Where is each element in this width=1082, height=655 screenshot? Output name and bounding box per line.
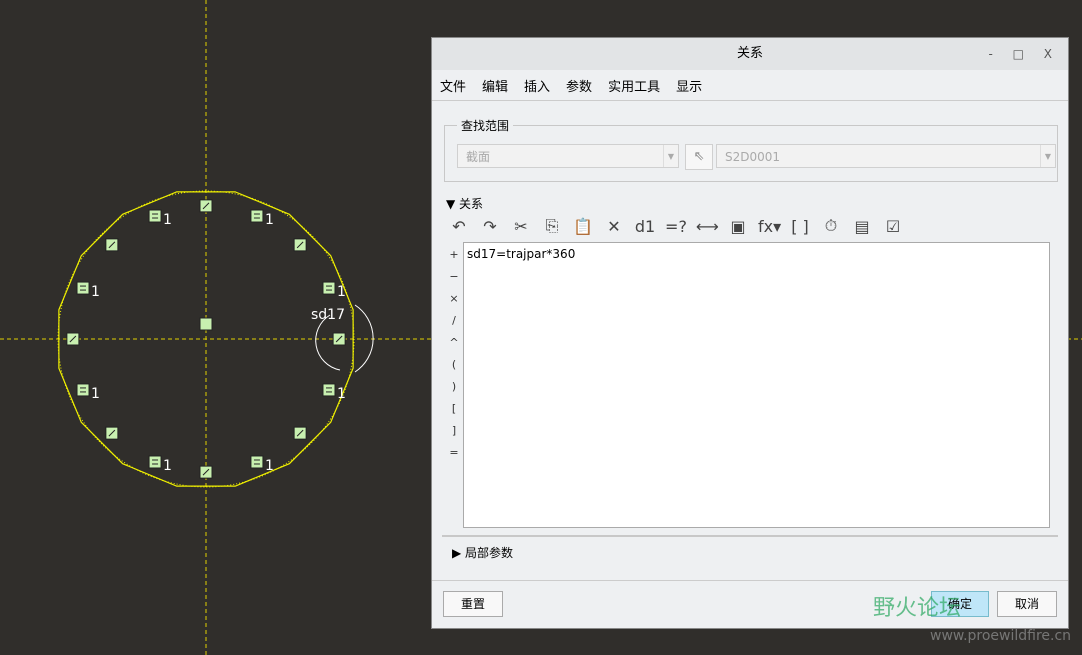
cursor-icon: ⇖ bbox=[693, 149, 705, 164]
operator-button[interactable]: ( ) bbox=[448, 354, 460, 398]
sort-icon[interactable]: ▤ bbox=[851, 217, 873, 236]
relations-section-label: 关系 bbox=[459, 197, 484, 211]
menu-utilities[interactable]: 实用工具 bbox=[608, 76, 660, 95]
function-icon[interactable]: fx▾ bbox=[758, 217, 781, 236]
reset-button[interactable]: 重置 bbox=[443, 591, 503, 617]
equal-label: 1 bbox=[91, 284, 100, 300]
brackets-icon[interactable]: [ ] bbox=[789, 217, 811, 236]
footer-divider bbox=[432, 580, 1068, 581]
toolbar: ↶ ↷ ✂ ⎘ 📋 ✕ d1 =? ⟷ ▣ fx▾ [ ] ⏱ ▤ ☑ bbox=[448, 216, 904, 236]
cancel-button[interactable]: 取消 bbox=[997, 591, 1057, 617]
relations-editor[interactable]: sd17=trajpar*360 bbox=[463, 242, 1050, 528]
triangle-right-icon: ▶ bbox=[452, 546, 466, 560]
paste-icon[interactable]: 📋 bbox=[572, 217, 594, 236]
equal-label: 1 bbox=[91, 386, 100, 402]
equal-label: 1 bbox=[265, 212, 274, 228]
operator-button[interactable]: × bbox=[448, 288, 460, 310]
equal-constraint-marker bbox=[76, 383, 90, 397]
insert-dimension-icon[interactable]: ⟷ bbox=[696, 217, 719, 236]
window-buttons[interactable]: - □ X bbox=[988, 38, 1060, 70]
menu-show[interactable]: 显示 bbox=[676, 76, 702, 95]
search-scope-legend: 查找范围 bbox=[457, 117, 514, 134]
dialog-title: 关系 bbox=[736, 46, 763, 61]
redo-icon[interactable]: ↷ bbox=[479, 217, 501, 236]
menu-file[interactable]: 文件 bbox=[440, 76, 466, 95]
relation-text: sd17=trajpar*360 bbox=[467, 247, 576, 261]
object-value: S2D0001 bbox=[725, 150, 781, 164]
watermark-url: www.proewildfire.cn bbox=[930, 628, 1072, 644]
verify-icon[interactable]: ☑ bbox=[882, 217, 904, 236]
relations-section-toggle[interactable]: ▼ 关系 bbox=[446, 195, 483, 212]
undo-icon[interactable]: ↶ bbox=[448, 217, 470, 236]
operator-button[interactable]: − bbox=[448, 266, 460, 288]
menu-edit[interactable]: 编辑 bbox=[482, 76, 508, 95]
menu-bar: 文件 编辑 插入 参数 实用工具 显示 bbox=[432, 70, 1068, 101]
type-select[interactable]: 截面 ▼ bbox=[457, 144, 679, 168]
cut-icon[interactable]: ✂ bbox=[510, 217, 532, 236]
watermark-title: 野火论坛 bbox=[873, 596, 962, 621]
relations-dialog: 关系 - □ X 文件 编辑 插入 参数 实用工具 显示 查找范围 截面 ▼ ⇖ S… bbox=[431, 37, 1069, 629]
equal-label: 1 bbox=[163, 458, 172, 474]
menu-insert[interactable]: 插入 bbox=[524, 76, 550, 95]
insert-param-icon[interactable]: ▣ bbox=[727, 217, 749, 236]
local-params-toggle[interactable]: ▶ 局部参数 bbox=[452, 544, 513, 561]
delete-icon[interactable]: ✕ bbox=[603, 217, 625, 236]
equal-label: 1 bbox=[337, 386, 346, 402]
equal-constraint-marker bbox=[148, 455, 162, 469]
operator-column: + − × / ^( )[ ] = bbox=[448, 244, 460, 464]
dialog-titlebar: 关系 - □ X bbox=[432, 38, 1068, 70]
type-value: 截面 bbox=[466, 150, 491, 164]
operator-button[interactable]: ^ bbox=[448, 332, 460, 354]
operator-button[interactable]: = bbox=[448, 442, 460, 464]
divider bbox=[442, 535, 1058, 537]
copy-icon[interactable]: ⎘ bbox=[541, 216, 563, 236]
equal-constraint-marker bbox=[250, 455, 264, 469]
select-arrow-button[interactable]: ⇖ bbox=[685, 144, 713, 170]
equal-constraint-marker bbox=[322, 281, 336, 295]
equal-label: 1 bbox=[265, 458, 274, 474]
equal-constraint-marker bbox=[76, 281, 90, 295]
equal-constraint-marker bbox=[250, 209, 264, 223]
operator-button[interactable]: / bbox=[448, 310, 460, 332]
menu-parameters[interactable]: 参数 bbox=[566, 76, 592, 95]
chevron-down-icon: ▼ bbox=[663, 145, 678, 167]
dimension-label: sd17 bbox=[311, 307, 345, 323]
equal-constraint-marker bbox=[322, 383, 336, 397]
switch-dims-icon[interactable]: d1 bbox=[634, 217, 656, 236]
equal-label: 1 bbox=[163, 212, 172, 228]
chevron-down-icon: ▼ bbox=[1040, 145, 1055, 167]
center-marker bbox=[199, 317, 213, 331]
units-icon[interactable]: ⏱ bbox=[820, 216, 842, 236]
search-scope-group: 查找范围 截面 ▼ ⇖ S2D0001 ▼ bbox=[444, 117, 1058, 182]
equal-constraint-marker bbox=[148, 209, 162, 223]
triangle-down-icon: ▼ bbox=[446, 197, 460, 211]
operator-button[interactable]: + bbox=[448, 244, 460, 266]
operator-button[interactable]: [ ] bbox=[448, 398, 460, 442]
object-select[interactable]: S2D0001 ▼ bbox=[716, 144, 1056, 168]
equal-label: 1 bbox=[337, 284, 346, 300]
local-params-label: 局部参数 bbox=[465, 546, 514, 560]
evaluate-icon[interactable]: =? bbox=[665, 217, 687, 236]
